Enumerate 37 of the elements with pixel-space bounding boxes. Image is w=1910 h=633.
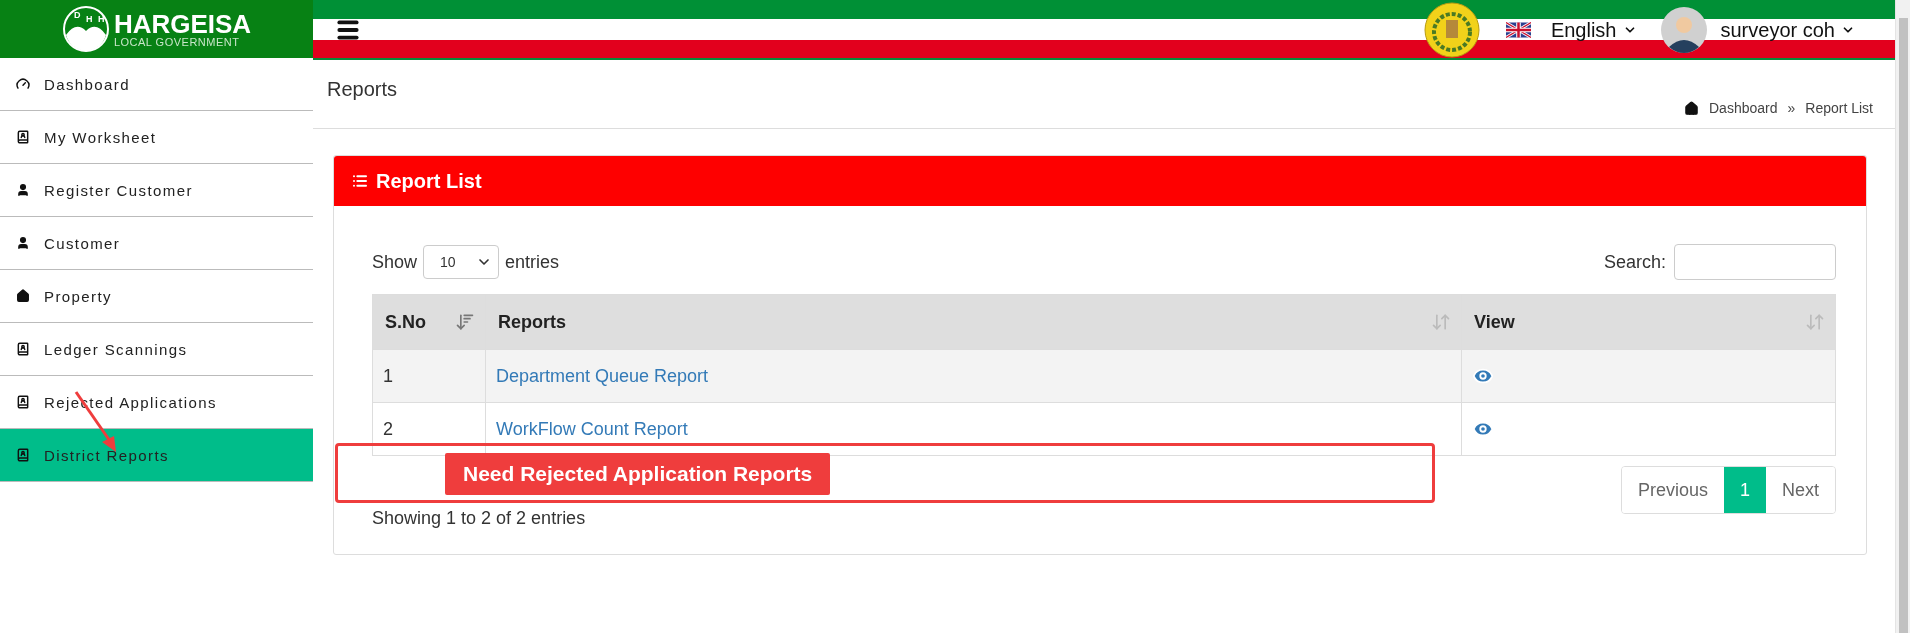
- card-title: Report List: [376, 169, 482, 193]
- user-icon: [16, 236, 30, 250]
- house-icon: [16, 289, 30, 303]
- language-dropdown[interactable]: English: [1550, 18, 1637, 42]
- sort-icon[interactable]: [455, 312, 475, 332]
- gauge-icon: [16, 77, 30, 91]
- search-label: Search:: [1603, 251, 1666, 273]
- column-header[interactable]: View: [1461, 295, 1835, 349]
- scrollbar[interactable]: [1895, 0, 1910, 633]
- entries-label: entries: [505, 251, 560, 273]
- brand-title: HARGEISA: [113, 10, 252, 37]
- book-icon: [16, 130, 30, 144]
- emblem-icon: [1423, 2, 1480, 58]
- sidebar-item[interactable]: District Reports: [0, 429, 313, 482]
- list-icon: [352, 173, 368, 189]
- table-cell: 1: [373, 349, 485, 402]
- page-title: Reports: [327, 78, 398, 102]
- book-icon: [16, 395, 30, 409]
- column-header[interactable]: Reports: [485, 295, 1461, 349]
- user-icon: [16, 183, 30, 197]
- entries-select[interactable]: 10: [423, 245, 500, 279]
- user-dropdown[interactable]: surveyor coh: [1720, 18, 1855, 42]
- search-field[interactable]: [1674, 244, 1836, 280]
- breadcrumb-link[interactable]: Dashboard: [1709, 100, 1778, 116]
- report-link[interactable]: Department Queue Report: [496, 365, 709, 387]
- breadcrumb-current: Report List: [1805, 100, 1873, 116]
- report-link[interactable]: WorkFlow Count Report: [496, 418, 688, 440]
- home-icon: [1684, 101, 1699, 116]
- brand-subtitle: LOCAL GOVERNMENT: [113, 36, 241, 48]
- avatar-icon[interactable]: [1660, 7, 1707, 53]
- book-icon: [16, 342, 30, 356]
- show-label: Show: [372, 251, 418, 273]
- entries-info: Showing 1 to 2 of 2 entries: [372, 508, 586, 529]
- callout-label: Need Rejected Application Reports: [445, 453, 831, 495]
- breadcrumb-separator: »: [1787, 100, 1796, 116]
- book-icon: [16, 448, 30, 462]
- column-header[interactable]: S.No: [373, 295, 485, 349]
